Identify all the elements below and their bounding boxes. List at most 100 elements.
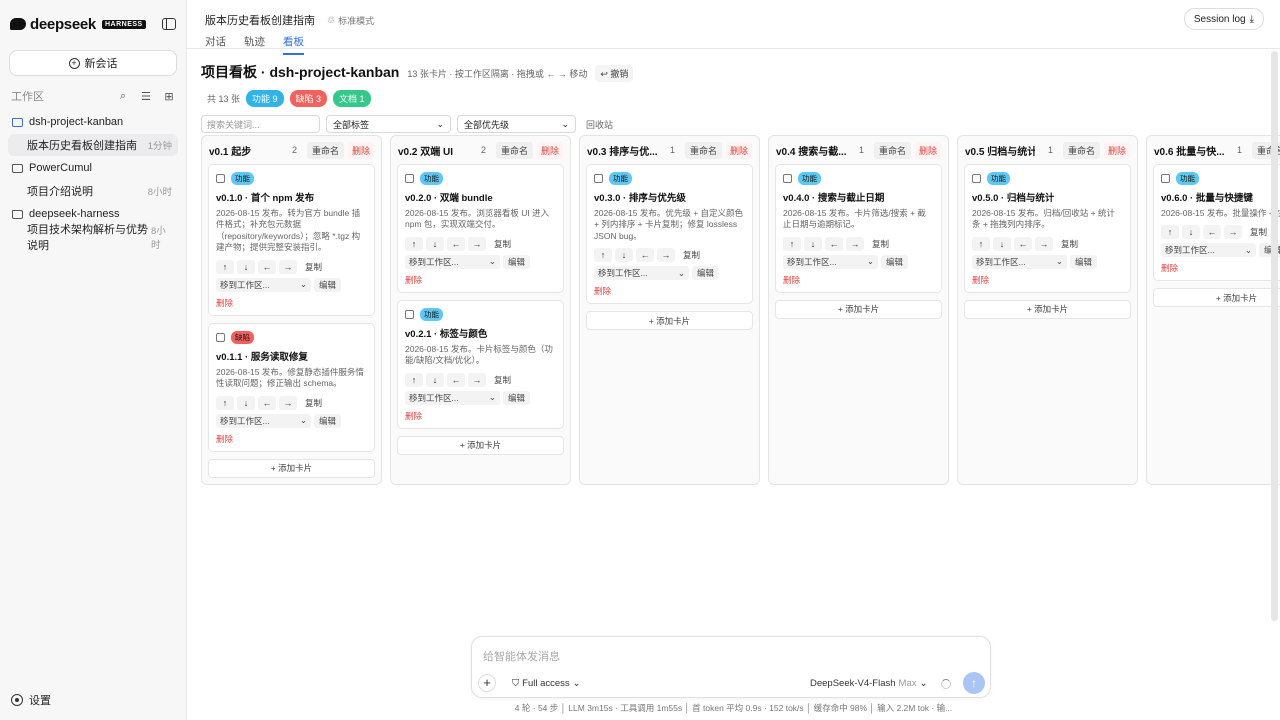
filter-icon[interactable]: ☰ bbox=[140, 90, 152, 103]
copy-button[interactable]: 复制 bbox=[489, 238, 516, 250]
edit-button[interactable]: 编辑 bbox=[314, 413, 342, 428]
edit-button[interactable]: 编辑 bbox=[881, 254, 909, 269]
kanban-card[interactable]: 缺陷 v0.1.1 · 服务读取修复 2026-08-15 发布。修复静态插件服务惰… bbox=[208, 322, 375, 452]
kanban-card[interactable]: 功能 v0.2.0 · 双端 bundle 2026-08-15 发布。浏览器看板 … bbox=[397, 164, 564, 293]
select-checkbox[interactable] bbox=[972, 174, 981, 183]
move-workspace-select[interactable]: 移到工作区... ⌄ bbox=[216, 413, 311, 428]
delete-column-button[interactable]: 删除 bbox=[725, 141, 752, 159]
move-up-button[interactable]: ↑ bbox=[405, 236, 423, 251]
move-left-button[interactable]: ← bbox=[636, 248, 654, 263]
folder-powercumul[interactable]: PowerCumul bbox=[0, 156, 186, 180]
rename-button[interactable]: 重命名 bbox=[495, 141, 533, 159]
move-up-button[interactable]: ↑ bbox=[1161, 225, 1179, 240]
move-left-button[interactable]: ← bbox=[1203, 225, 1221, 240]
delete-column-button[interactable]: 删除 bbox=[1103, 141, 1130, 159]
pill-doc[interactable]: 文档 1 bbox=[333, 90, 371, 107]
session-log-button[interactable]: Session log ⤓ bbox=[1183, 8, 1264, 30]
delete-card-button[interactable]: 删除 bbox=[783, 274, 800, 286]
add-card-button[interactable]: + 添加卡片 bbox=[1153, 288, 1280, 308]
move-down-button[interactable]: ↓ bbox=[426, 236, 444, 251]
add-card-button[interactable]: + 添加卡片 bbox=[208, 458, 375, 478]
model-select[interactable]: DeepSeek-V4-Flash Max ⌄ bbox=[810, 678, 927, 689]
pill-bug[interactable]: 缺陷 3 bbox=[289, 90, 328, 107]
add-card-button[interactable]: + 添加卡片 bbox=[964, 299, 1131, 319]
move-up-button[interactable]: ↑ bbox=[216, 395, 234, 410]
delete-column-button[interactable]: 删除 bbox=[347, 141, 374, 159]
sidebar-toggle-icon[interactable] bbox=[162, 18, 176, 30]
add-card-button[interactable]: + 添加卡片 bbox=[397, 435, 564, 455]
file-item[interactable]: 项目技术架构解析与优势说明 8小时 bbox=[8, 224, 178, 252]
select-checkbox[interactable] bbox=[216, 174, 225, 183]
move-down-button[interactable]: ↓ bbox=[804, 236, 822, 251]
folder-dsh-project-kanban[interactable]: dsh-project-kanban bbox=[0, 110, 186, 134]
move-right-button[interactable]: → bbox=[846, 236, 864, 251]
move-workspace-select[interactable]: 移到工作区... ⌄ bbox=[405, 254, 500, 269]
move-down-button[interactable]: ↓ bbox=[237, 259, 255, 274]
kanban-card[interactable]: 功能 v0.1.0 · 首个 npm 发布 2026-08-15 发布。转为官方 b… bbox=[208, 164, 375, 316]
undo-button[interactable]: ↩ 撤销 bbox=[595, 65, 634, 82]
move-right-button[interactable]: → bbox=[279, 259, 297, 274]
move-up-button[interactable]: ↑ bbox=[783, 236, 801, 251]
edit-button[interactable]: 编辑 bbox=[503, 390, 531, 405]
move-right-button[interactable]: → bbox=[1224, 225, 1242, 240]
delete-card-button[interactable]: 删除 bbox=[216, 433, 233, 445]
copy-button[interactable]: 复制 bbox=[300, 261, 327, 273]
copy-button[interactable]: 复制 bbox=[1056, 238, 1083, 250]
rename-button[interactable]: 重命名 bbox=[873, 141, 911, 159]
delete-card-button[interactable]: 删除 bbox=[1161, 262, 1178, 274]
edit-button[interactable]: 编辑 bbox=[314, 277, 342, 292]
move-down-button[interactable]: ↓ bbox=[237, 395, 255, 410]
file-item[interactable]: 项目介绍说明 8小时 bbox=[8, 180, 178, 202]
copy-button[interactable]: 复制 bbox=[678, 249, 705, 261]
kanban-card[interactable]: 功能 v0.3.0 · 排序与优先级 2026-08-15 发布。优先级 + 自定义… bbox=[586, 164, 753, 305]
move-right-button[interactable]: → bbox=[468, 236, 486, 251]
move-down-button[interactable]: ↓ bbox=[1182, 225, 1200, 240]
move-left-button[interactable]: ← bbox=[447, 372, 465, 387]
kanban-card[interactable]: 功能 v0.2.1 · 标签与颜色 2026-08-15 发布。卡片标签与颜色（功能… bbox=[397, 299, 564, 429]
new-chat-button[interactable]: + 新会话 bbox=[9, 50, 177, 76]
tab-board[interactable]: 看板 bbox=[283, 34, 304, 55]
move-left-button[interactable]: ← bbox=[447, 236, 465, 251]
move-left-button[interactable]: ← bbox=[258, 395, 276, 410]
copy-button[interactable]: 复制 bbox=[867, 238, 894, 250]
move-workspace-select[interactable]: 移到工作区... ⌄ bbox=[783, 254, 878, 269]
scrollbar[interactable] bbox=[1271, 51, 1278, 621]
move-up-button[interactable]: ↑ bbox=[216, 259, 234, 274]
copy-button[interactable]: 复制 bbox=[489, 374, 516, 386]
attach-button[interactable]: + bbox=[478, 674, 496, 692]
move-right-button[interactable]: → bbox=[279, 395, 297, 410]
priority-filter-select[interactable]: 全部优先级 ⌄ bbox=[457, 115, 576, 133]
pill-feature[interactable]: 功能 9 bbox=[246, 90, 284, 107]
move-workspace-select[interactable]: 移到工作区... ⌄ bbox=[405, 390, 500, 405]
search-icon[interactable]: ⌕ bbox=[117, 90, 129, 103]
settings-button[interactable]: 设置 bbox=[11, 692, 51, 708]
tab-chat[interactable]: 对话 bbox=[205, 34, 226, 55]
add-card-button[interactable]: + 添加卡片 bbox=[775, 299, 942, 319]
rename-button[interactable]: 重命名 bbox=[1062, 141, 1100, 159]
mode-indicator[interactable]: ♲ 标准模式 bbox=[327, 14, 374, 27]
move-left-button[interactable]: ← bbox=[1014, 236, 1032, 251]
delete-column-button[interactable]: 删除 bbox=[536, 141, 563, 159]
move-down-button[interactable]: ↓ bbox=[993, 236, 1011, 251]
access-select[interactable]: ⛉ Full access ⌄ bbox=[512, 678, 581, 689]
delete-card-button[interactable]: 删除 bbox=[405, 274, 422, 286]
move-right-button[interactable]: → bbox=[1035, 236, 1053, 251]
delete-column-button[interactable]: 删除 bbox=[914, 141, 941, 159]
kanban-card[interactable]: 功能 v0.5.0 · 归档与统计 2026-08-15 发布。归档/回收站 + 统… bbox=[964, 164, 1131, 293]
send-button[interactable]: ↑ bbox=[963, 672, 985, 694]
select-checkbox[interactable] bbox=[405, 309, 414, 319]
select-checkbox[interactable] bbox=[405, 174, 414, 183]
rename-button[interactable]: 重命名 bbox=[306, 141, 344, 159]
move-workspace-select[interactable]: 移到工作区... ⌄ bbox=[972, 254, 1067, 269]
move-up-button[interactable]: ↑ bbox=[594, 248, 612, 263]
move-workspace-select[interactable]: 移到工作区... ⌄ bbox=[594, 266, 689, 281]
file-item[interactable]: 版本历史看板创建指南 1分钟 bbox=[8, 134, 178, 156]
delete-card-button[interactable]: 删除 bbox=[216, 297, 233, 309]
move-up-button[interactable]: ↑ bbox=[405, 372, 423, 387]
tag-filter-select[interactable]: 全部标签 ⌄ bbox=[326, 115, 451, 133]
move-left-button[interactable]: ← bbox=[825, 236, 843, 251]
move-up-button[interactable]: ↑ bbox=[972, 236, 990, 251]
recycle-bin-button[interactable]: 回收站 bbox=[586, 118, 613, 131]
delete-card-button[interactable]: 删除 bbox=[405, 410, 422, 422]
select-checkbox[interactable] bbox=[783, 174, 792, 183]
